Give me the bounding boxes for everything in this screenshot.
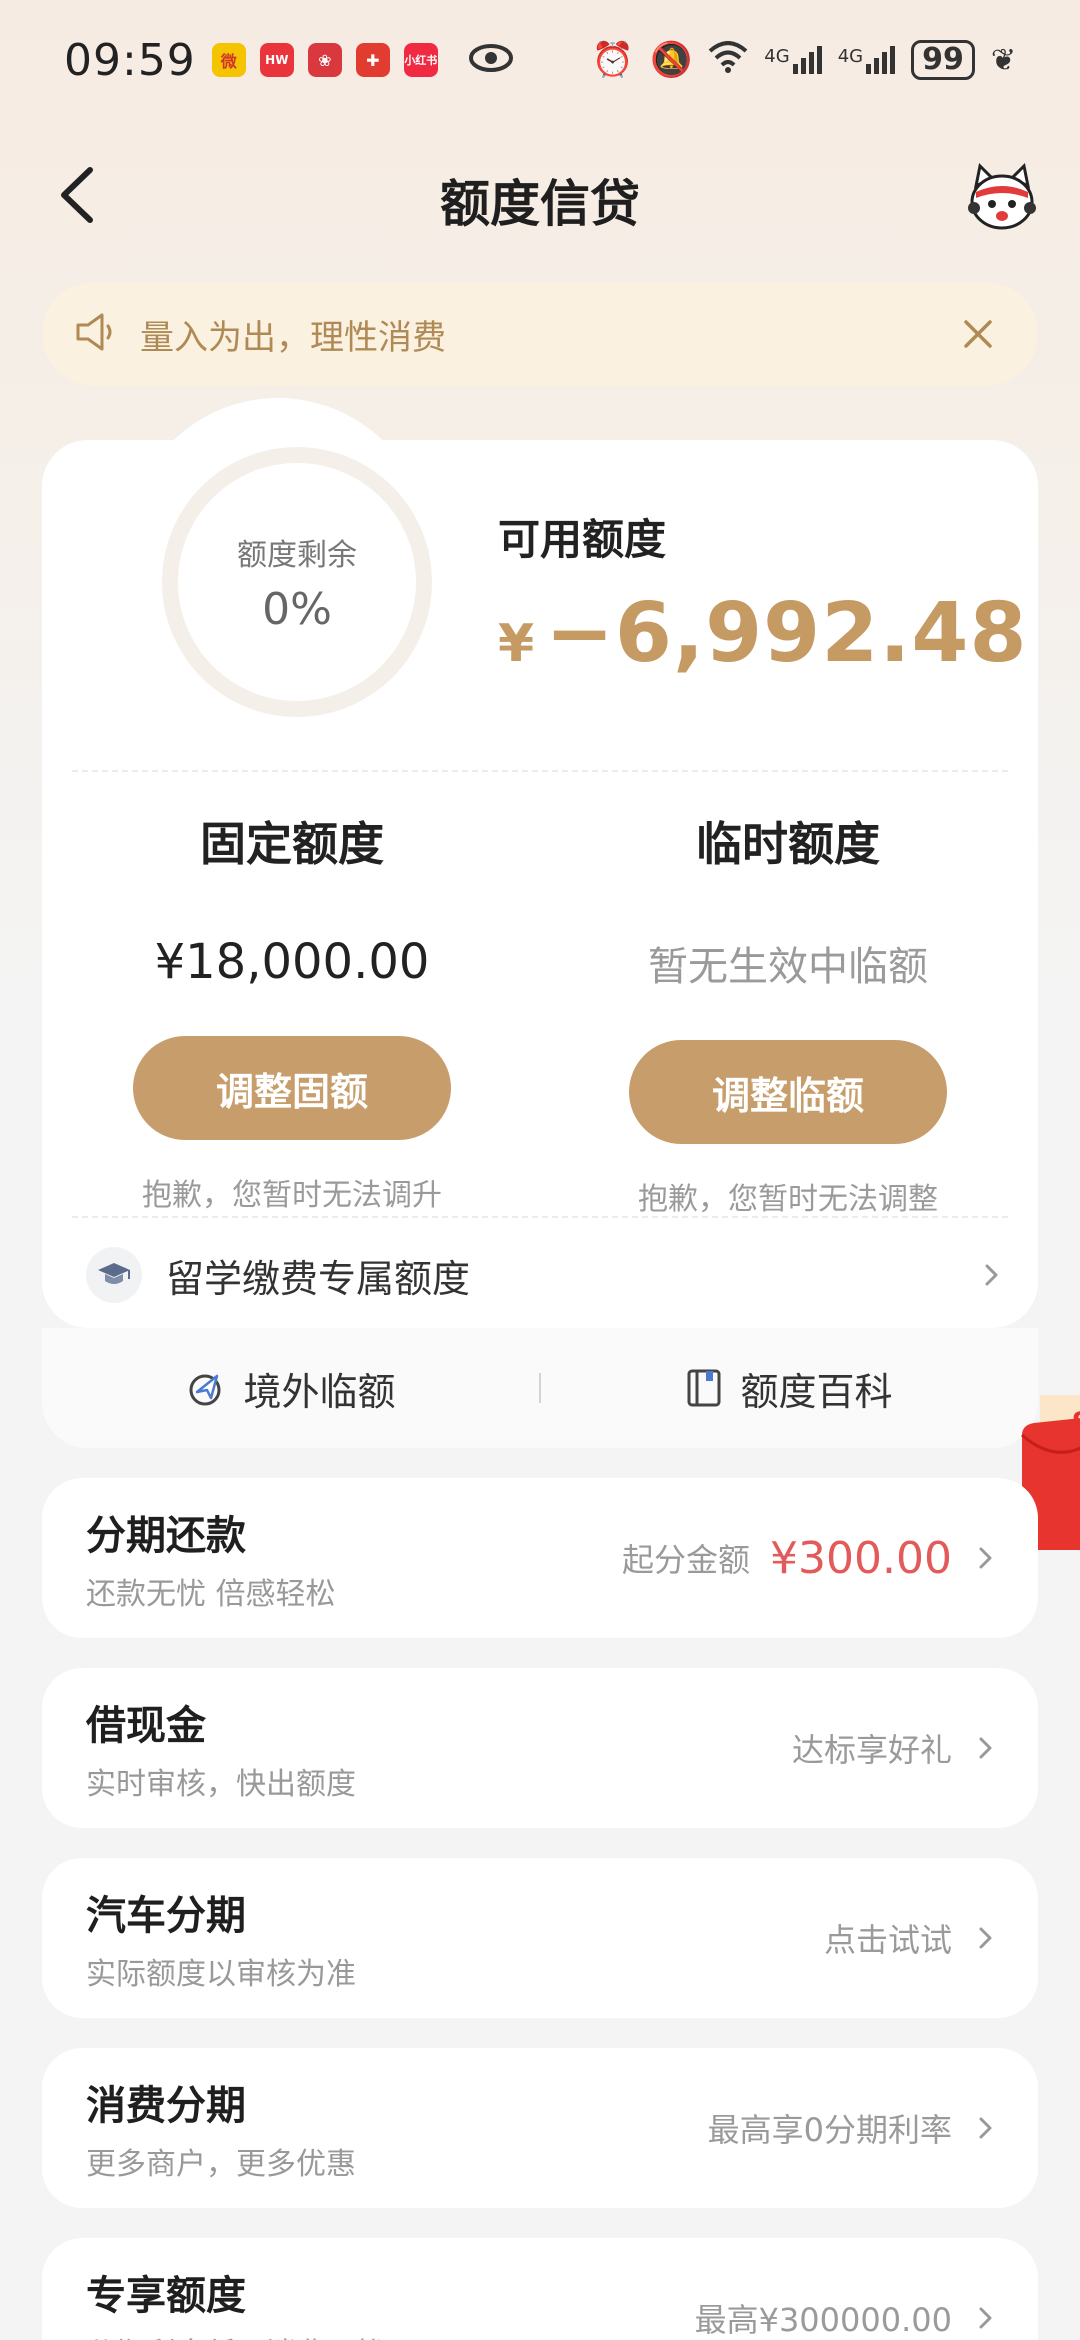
divider [72,770,1008,772]
book-icon [687,1369,721,1407]
notice-text: 量入为出，理性消费 [140,317,446,358]
battery-indicator: 99 [911,40,975,80]
network-label: 4G [837,46,864,67]
available-quota-label: 可用额度 [498,515,667,564]
ring-label: 额度剩余 [237,537,357,573]
quota-wiki-link[interactable]: 额度百科 [541,1361,1038,1416]
system-status-icons: ⏰ 🔕 4G 4G 99 ❦ [592,40,1016,80]
cash-loan-item[interactable]: 借现金 实时审核，快出额度 达标享好礼 [42,1668,1038,1828]
notification-icons: 微 HW ❀ ✚ 小红书 [211,43,438,77]
service-subtitle: 实际额度以审核为准 [86,1957,356,1992]
exclusive-quota-item[interactable]: 专享额度 分期利息低，消费无忧 最高¥300000.00 [42,2238,1038,2340]
app-flower-icon: ❀ [307,43,342,77]
car-installment-item[interactable]: 汽车分期 实际额度以审核为准 点击试试 [42,1858,1038,2018]
fixed-quota-title: 固定额度 [200,817,384,871]
page-root: 09:59 微 HW ❀ ✚ 小红书 ⏰ 🔕 4G 4G 99 ❦ 额度信贷 量… [0,0,1080,2340]
leaf-icon: ❦ [990,42,1016,78]
chevron-right-icon [978,1262,1004,1288]
header: 额度信贷 [0,140,1080,250]
chevron-right-icon [979,1737,992,1759]
service-subtitle: 更多商户，更多优惠 [86,2147,356,2182]
service-hint: 起分金额 [622,1541,751,1579]
graduation-cap-icon [86,1247,142,1303]
fixed-quota-amount: ¥18,000.00 [154,934,430,990]
service-title: 汽车分期 [86,1893,246,1939]
weibo-icon: 微 [211,43,246,77]
adjust-fixed-quota-button[interactable]: 调整固额 [133,1036,451,1140]
service-title: 分期还款 [86,1513,246,1559]
temporary-quota-section: 临时额度 暂无生效中临额 调整临额 抱歉，您暂时无法调整 [588,808,988,1218]
temporary-quota-title: 临时额度 [696,817,880,871]
service-hint: 最高¥300000.00 [694,2301,952,2339]
adjust-temporary-quota-button[interactable]: 调整临额 [629,1040,947,1144]
temporary-quota-note: 抱歉，您暂时无法调整 [638,1182,938,1217]
installment-repayment-item[interactable]: 分期还款 还款无忧 倍感轻松 起分金额 ¥300.00 [42,1478,1038,1638]
status-bar: 09:59 微 HW ❀ ✚ 小红书 ⏰ 🔕 4G 4G 99 ❦ [0,0,1080,120]
fixed-quota-section: 固定额度 ¥18,000.00 调整固额 抱歉，您暂时无法调升 [92,808,492,1214]
quota-wiki-label: 额度百科 [740,1369,893,1414]
network-label: 4G [764,46,790,67]
xiaohongshu-icon: 小红书 [403,43,438,77]
available-quota-amount: ¥ −6,992.48 [498,586,1028,681]
currency-symbol: ¥ [498,614,536,674]
service-hint: 最高享0分期利率 [707,2111,952,2149]
eye-icon [468,37,514,83]
fixed-quota-note: 抱歉，您暂时无法调升 [142,1178,442,1213]
study-abroad-label: 留学缴费专属额度 [166,1256,471,1301]
service-subtitle: 还款无忧 倍感轻松 [86,1577,336,1612]
service-hint: 达标享好礼 [791,1731,952,1769]
globe-plane-icon [189,1374,221,1406]
status-time: 09:59 [64,34,196,86]
overseas-temp-quota-link[interactable]: 境外临额 [42,1361,539,1416]
chevron-right-icon [979,1927,992,1949]
service-price: ¥300.00 [770,1532,952,1584]
page-title: 额度信贷 [440,175,640,233]
quota-bottom-links: 境外临额 额度百科 [42,1328,1038,1448]
service-title: 专享额度 [86,2273,246,2319]
mute-bell-icon: 🔕 [649,40,693,80]
available-amount-value: −6,992.48 [545,586,1028,681]
signal-icon-2: 4G [837,46,896,74]
close-icon[interactable] [958,314,998,354]
mascot-assistant-icon[interactable] [962,158,1042,238]
service-subtitle: 实时审核，快出额度 [86,1767,356,1802]
temporary-quota-empty: 暂无生效中临额 [648,944,928,990]
speaker-icon [74,312,122,356]
app-cross-icon: ✚ [355,43,390,77]
service-title: 借现金 [86,1703,206,1749]
huawei-icon: HW [259,43,294,77]
svg-text:8: 8 [1072,1405,1080,1443]
quota-remaining-ring: 额度剩余 0% [162,447,432,717]
overseas-temp-quota-label: 境外临额 [243,1369,396,1414]
service-subtitle: 分期利息低，消费无忧 [86,2329,386,2340]
consumer-installment-item[interactable]: 消费分期 更多商户，更多优惠 最高享0分期利率 [42,2048,1038,2208]
divider [72,1216,1008,1218]
chevron-right-icon [979,1547,992,1569]
ring-value: 0% [262,583,332,635]
study-abroad-quota-row[interactable]: 留学缴费专属额度 [42,1232,1038,1318]
service-hint: 点击试试 [823,1921,952,1959]
chevron-right-icon [979,2307,992,2329]
alarm-icon: ⏰ [591,40,634,80]
notice-bar: 量入为出，理性消费 [42,282,1038,386]
chevron-right-icon [979,2117,992,2139]
service-title: 消费分期 [86,2083,246,2129]
signal-icon-1: 4G [764,46,822,74]
wifi-icon [708,40,748,80]
